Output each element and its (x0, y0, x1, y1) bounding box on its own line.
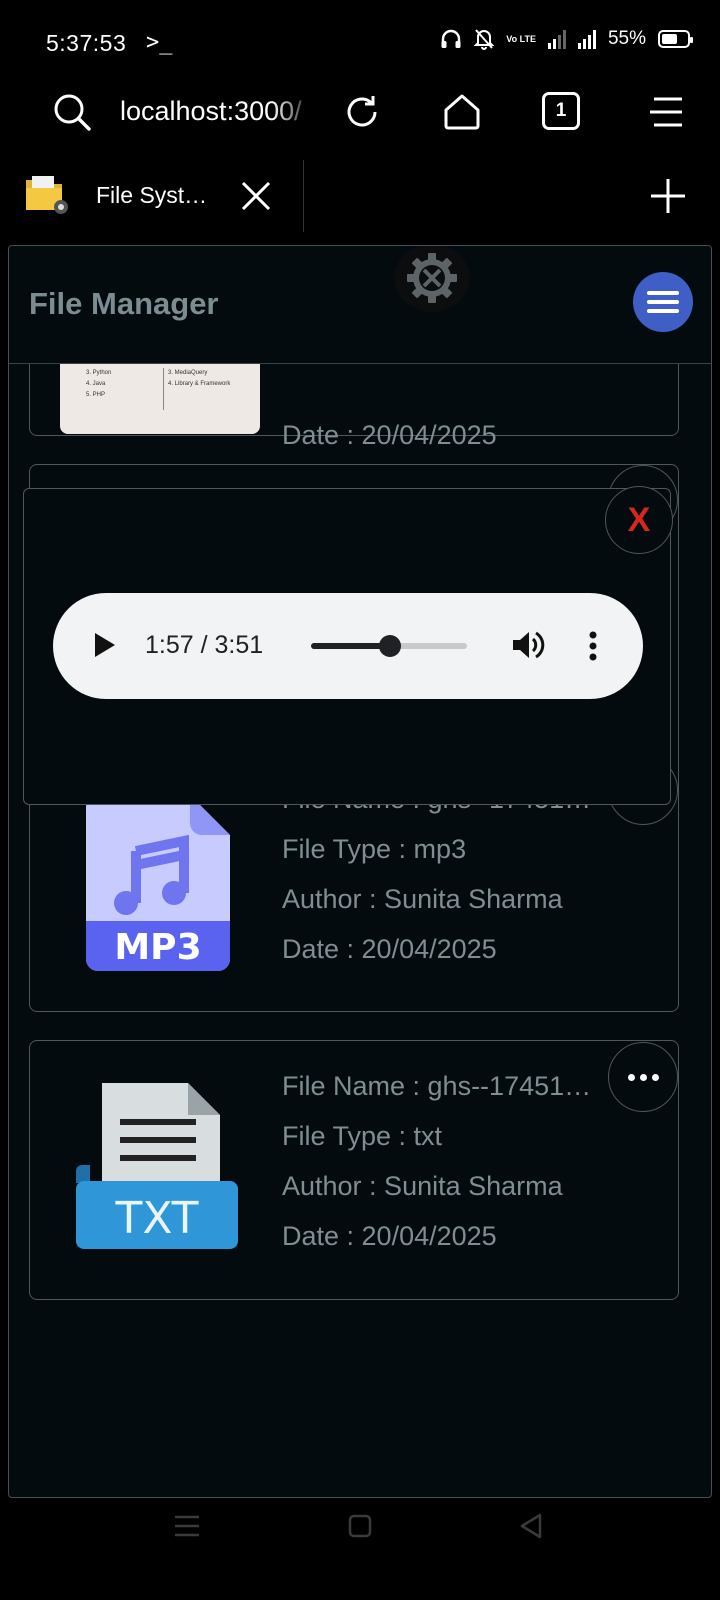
signal-icon (547, 29, 566, 49)
thumb-line: 5. PHP (86, 392, 106, 398)
url-field[interactable]: localhost:3000/ (120, 96, 315, 127)
page-title: File Manager (29, 286, 219, 321)
search-icon[interactable] (50, 90, 94, 134)
hamburger-menu-button[interactable] (633, 272, 693, 332)
file-card: TXT File Name : ghs--17451… File Type : … (29, 1040, 679, 1300)
file-date: Date : 20/04/2025 (282, 1221, 497, 1251)
more-vertical-icon[interactable] (587, 631, 599, 661)
folder-favicon-icon (24, 172, 70, 216)
txt-icon-label: TXT (114, 1193, 198, 1244)
bell-off-icon (474, 29, 495, 50)
audio-player: 1:57 / 3:51 (53, 593, 643, 699)
mp3-file-icon: MP3 (86, 795, 230, 971)
audio-time: 1:57 / 3:51 (145, 631, 264, 659)
file-date: Date : 20/04/2025 (282, 934, 497, 964)
reload-icon[interactable] (340, 90, 384, 134)
battery-icon (658, 30, 693, 48)
file-thumbnail: 3. Python 4. Java 5. PHP 3. MediaQuery 4… (60, 364, 260, 434)
battery-percent: 55% (607, 28, 646, 49)
audio-preview-modal: X 1:57 / 3:51 (23, 486, 673, 805)
recent-apps-icon[interactable] (174, 1514, 200, 1538)
tab-divider (303, 160, 304, 232)
volume-icon[interactable] (511, 629, 545, 661)
web-view: File Manager 3. Python 4. Java 5. PHP 3.… (8, 245, 712, 1498)
file-name: File Name : ghs--17451… (282, 1071, 592, 1101)
tab-title[interactable]: File Syst… (96, 182, 207, 209)
app-header: File Manager (9, 246, 711, 364)
signal-icon (577, 29, 596, 49)
home-nav-icon[interactable] (348, 1514, 372, 1538)
thumb-line: 4. Java (86, 381, 106, 387)
system-nav-bar (0, 1500, 720, 1600)
more-options-button[interactable] (608, 1042, 678, 1112)
close-tab-icon[interactable] (236, 176, 276, 216)
mp3-icon-label: MP3 (114, 927, 201, 968)
play-icon[interactable] (93, 631, 117, 659)
thumb-line: 3. MediaQuery (168, 370, 208, 376)
terminal-icon: >_ (146, 30, 173, 55)
status-bar: 5:37:53 >_ Vo LTE 55% (0, 0, 720, 88)
file-author: Author : Sunita Sharma (282, 884, 563, 914)
tab-count-button[interactable]: 1 (542, 92, 580, 130)
home-icon[interactable] (440, 90, 484, 134)
new-tab-icon[interactable] (646, 174, 690, 218)
file-author: Author : Sunita Sharma (282, 1171, 563, 1201)
headphones-icon (441, 29, 461, 48)
file-date: Date : 20/04/2025 (282, 420, 497, 450)
settings-tools-button[interactable] (394, 246, 470, 312)
file-type: File Type : txt (282, 1121, 443, 1151)
close-modal-button[interactable]: X (605, 486, 673, 554)
file-type: File Type : mp3 (282, 834, 467, 864)
back-icon[interactable] (518, 1512, 544, 1540)
audio-seek-slider[interactable] (311, 635, 467, 657)
volte-indicator: Vo LTE (506, 33, 536, 44)
thumb-line: 3. Python (86, 370, 112, 376)
browser-menu-icon[interactable] (646, 92, 686, 132)
txt-file-icon: TXT (76, 1083, 238, 1249)
seek-thumb[interactable] (378, 635, 401, 657)
status-time: 5:37:53 (46, 30, 127, 56)
thumb-line: 4. Library & Framework (168, 381, 231, 387)
gear-tools-icon (407, 253, 457, 303)
